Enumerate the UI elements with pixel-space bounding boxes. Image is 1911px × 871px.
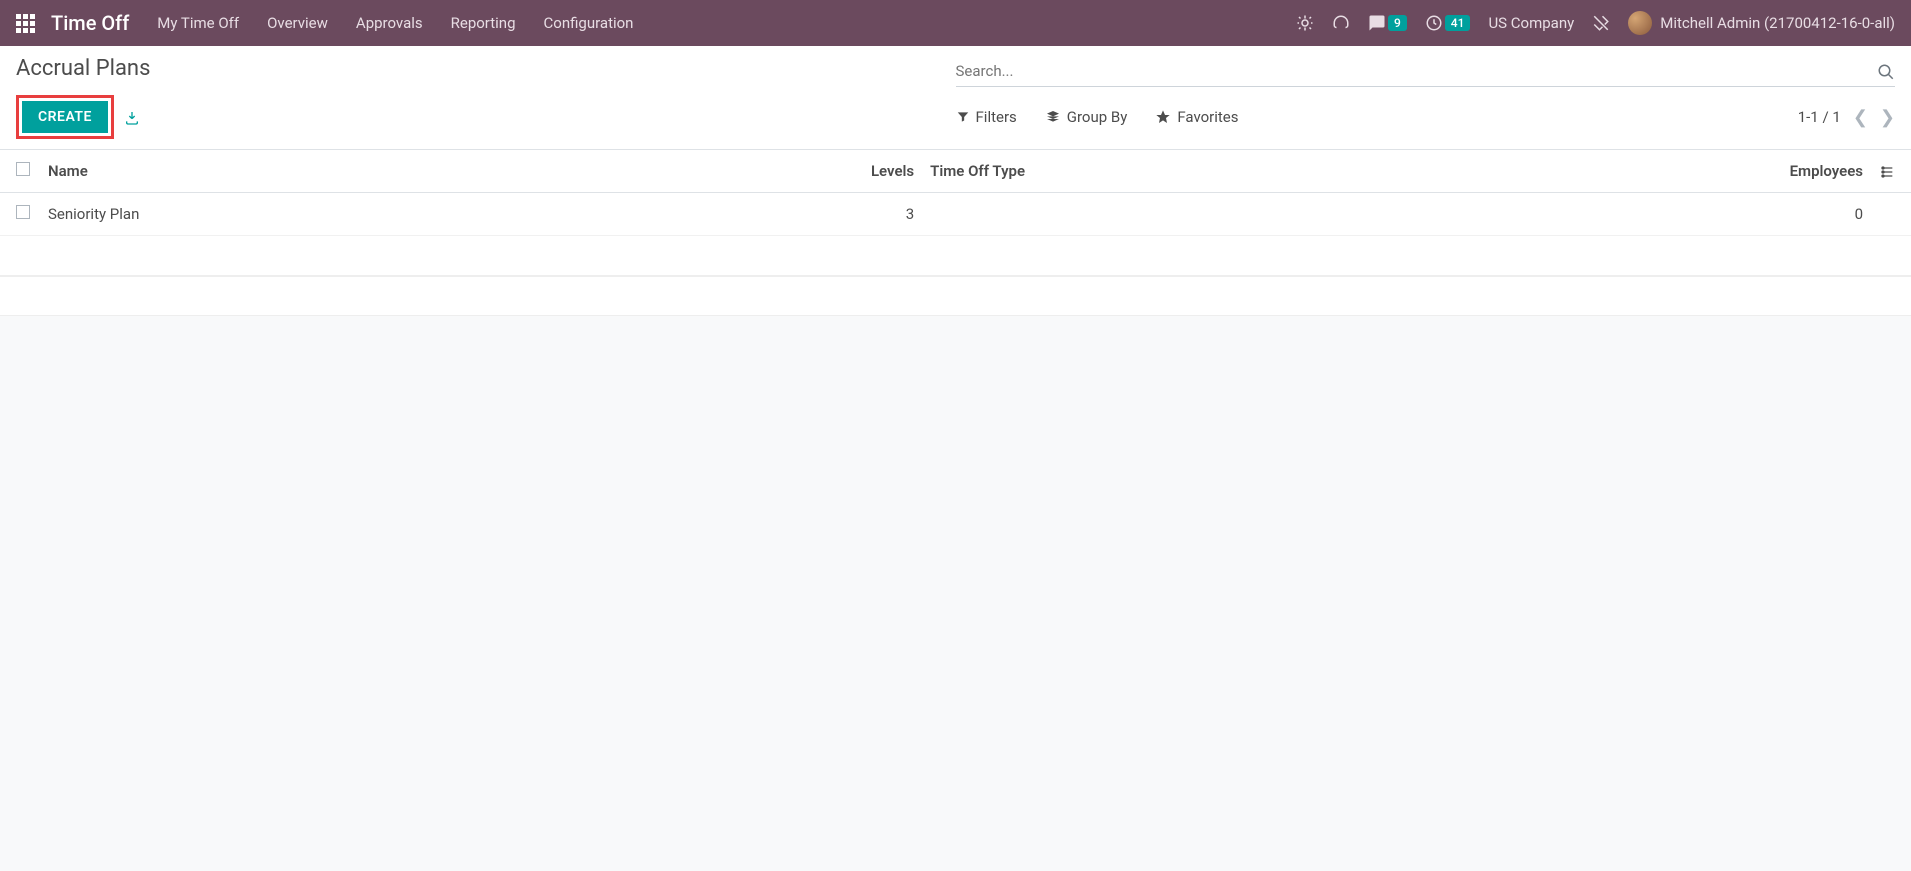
pager-prev[interactable]: ❮ [1853,107,1868,128]
pager-next[interactable]: ❯ [1880,107,1895,128]
list-view: Name Levels Time Off Type Employees Seni… [0,150,1911,316]
create-highlight: CREATE [16,95,114,139]
header-type[interactable]: Time Off Type [922,150,1751,193]
navbar-right: 9 41 US Company Mitchell Admin (21700412… [1296,11,1895,35]
groupby-button[interactable]: Group By [1045,108,1128,126]
filters-button[interactable]: Filters [956,108,1017,126]
nav-my-time-off[interactable]: My Time Off [157,14,239,32]
filters-label: Filters [976,108,1017,126]
user-menu[interactable]: Mitchell Admin (21700412-16-0-all) [1628,11,1895,35]
nav-links: My Time Off Overview Approvals Reporting… [157,14,633,32]
search-icon[interactable] [1877,61,1895,81]
header-employees[interactable]: Employees [1751,150,1871,193]
company-selector[interactable]: US Company [1488,14,1574,32]
cell-levels: 3 [842,193,922,236]
export-button[interactable] [124,108,140,127]
bug-icon[interactable] [1296,14,1314,32]
avatar [1628,11,1652,35]
cell-name: Seniority Plan [40,193,842,236]
row-checkbox[interactable] [16,205,30,219]
nav-approvals[interactable]: Approvals [356,14,423,32]
favorites-label: Favorites [1177,108,1238,126]
support-icon[interactable] [1332,14,1350,32]
nav-reporting[interactable]: Reporting [451,14,516,32]
pager-text: 1-1 / 1 [1798,108,1841,126]
header-name[interactable]: Name [40,150,842,193]
apps-icon[interactable] [16,14,35,33]
table-row[interactable]: Seniority Plan 3 0 [0,193,1911,236]
groupby-label: Group By [1067,108,1128,126]
optional-columns-icon[interactable] [1879,162,1895,180]
activities-icon[interactable]: 41 [1425,14,1471,32]
brand[interactable]: Time Off [51,11,129,35]
page-title: Accrual Plans [16,56,956,81]
search-input[interactable] [956,56,1878,86]
control-panel: Accrual Plans CREATE [0,46,1911,150]
activities-badge: 41 [1445,15,1471,31]
nav-overview[interactable]: Overview [267,14,328,32]
favorites-button[interactable]: Favorites [1155,108,1238,126]
user-name: Mitchell Admin (21700412-16-0-all) [1660,14,1895,32]
cell-type [922,193,1751,236]
navbar: Time Off My Time Off Overview Approvals … [0,0,1911,46]
select-all-checkbox[interactable] [16,162,30,176]
tools-icon[interactable] [1592,14,1610,32]
messages-badge: 9 [1388,15,1407,31]
pager: 1-1 / 1 ❮ ❯ [1798,107,1895,128]
messages-icon[interactable]: 9 [1368,14,1407,32]
create-button[interactable]: CREATE [22,101,108,133]
cell-employees: 0 [1751,193,1871,236]
header-levels[interactable]: Levels [842,150,922,193]
nav-configuration[interactable]: Configuration [544,14,634,32]
